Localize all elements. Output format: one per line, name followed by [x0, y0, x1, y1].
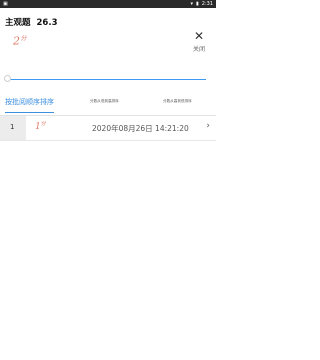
battery-icon: ▮ [196, 1, 199, 7]
status-bar: ▣ ▾ ▮ 2:31 [0, 0, 216, 8]
handwritten-score: 2 [13, 34, 21, 48]
row-index: 1 [10, 123, 15, 131]
close-button[interactable]: ✕ 关闭 [188, 30, 210, 53]
score-value: 26.3 [36, 18, 58, 28]
list-item[interactable]: 1 1分 2020年08月26日 14:21:20 › [0, 116, 216, 141]
row-index-cell: 1 [0, 116, 26, 140]
row-handwriting-thumbnail: 1分 [35, 120, 46, 132]
row-thumb-suffix: 分 [40, 121, 46, 127]
tab-sort-score-low-to-high[interactable]: 分数从低到高排序 [90, 99, 119, 104]
page-title: 主观题 26.3 [5, 16, 58, 28]
chevron-right-icon: › [206, 121, 210, 131]
slider-track[interactable] [8, 79, 206, 80]
tab-sort-score-high-to-low[interactable]: 分数从高到低排序 [163, 99, 192, 104]
notification-icon: ▣ [3, 1, 8, 7]
status-time: 2:31 [201, 1, 213, 7]
handwritten-answer-preview[interactable]: 2分 [13, 33, 27, 47]
tab-sort-by-review-order[interactable]: 按批阅顺序排序 [5, 97, 54, 113]
slider-thumb[interactable] [4, 75, 11, 82]
sort-tabs: 按批阅顺序排序 分数从低到高排序 分数从高到低排序 [0, 95, 216, 116]
wifi-icon: ▾ [190, 1, 193, 7]
handwritten-suffix: 分 [20, 35, 28, 42]
status-bar-right: ▾ ▮ 2:31 [190, 0, 213, 8]
close-icon: ✕ [193, 29, 205, 43]
page-title-label: 主观题 [5, 18, 31, 28]
close-button-label: 关闭 [192, 46, 205, 53]
row-timestamp: 2020年08月26日 14:21:20 [92, 124, 189, 133]
